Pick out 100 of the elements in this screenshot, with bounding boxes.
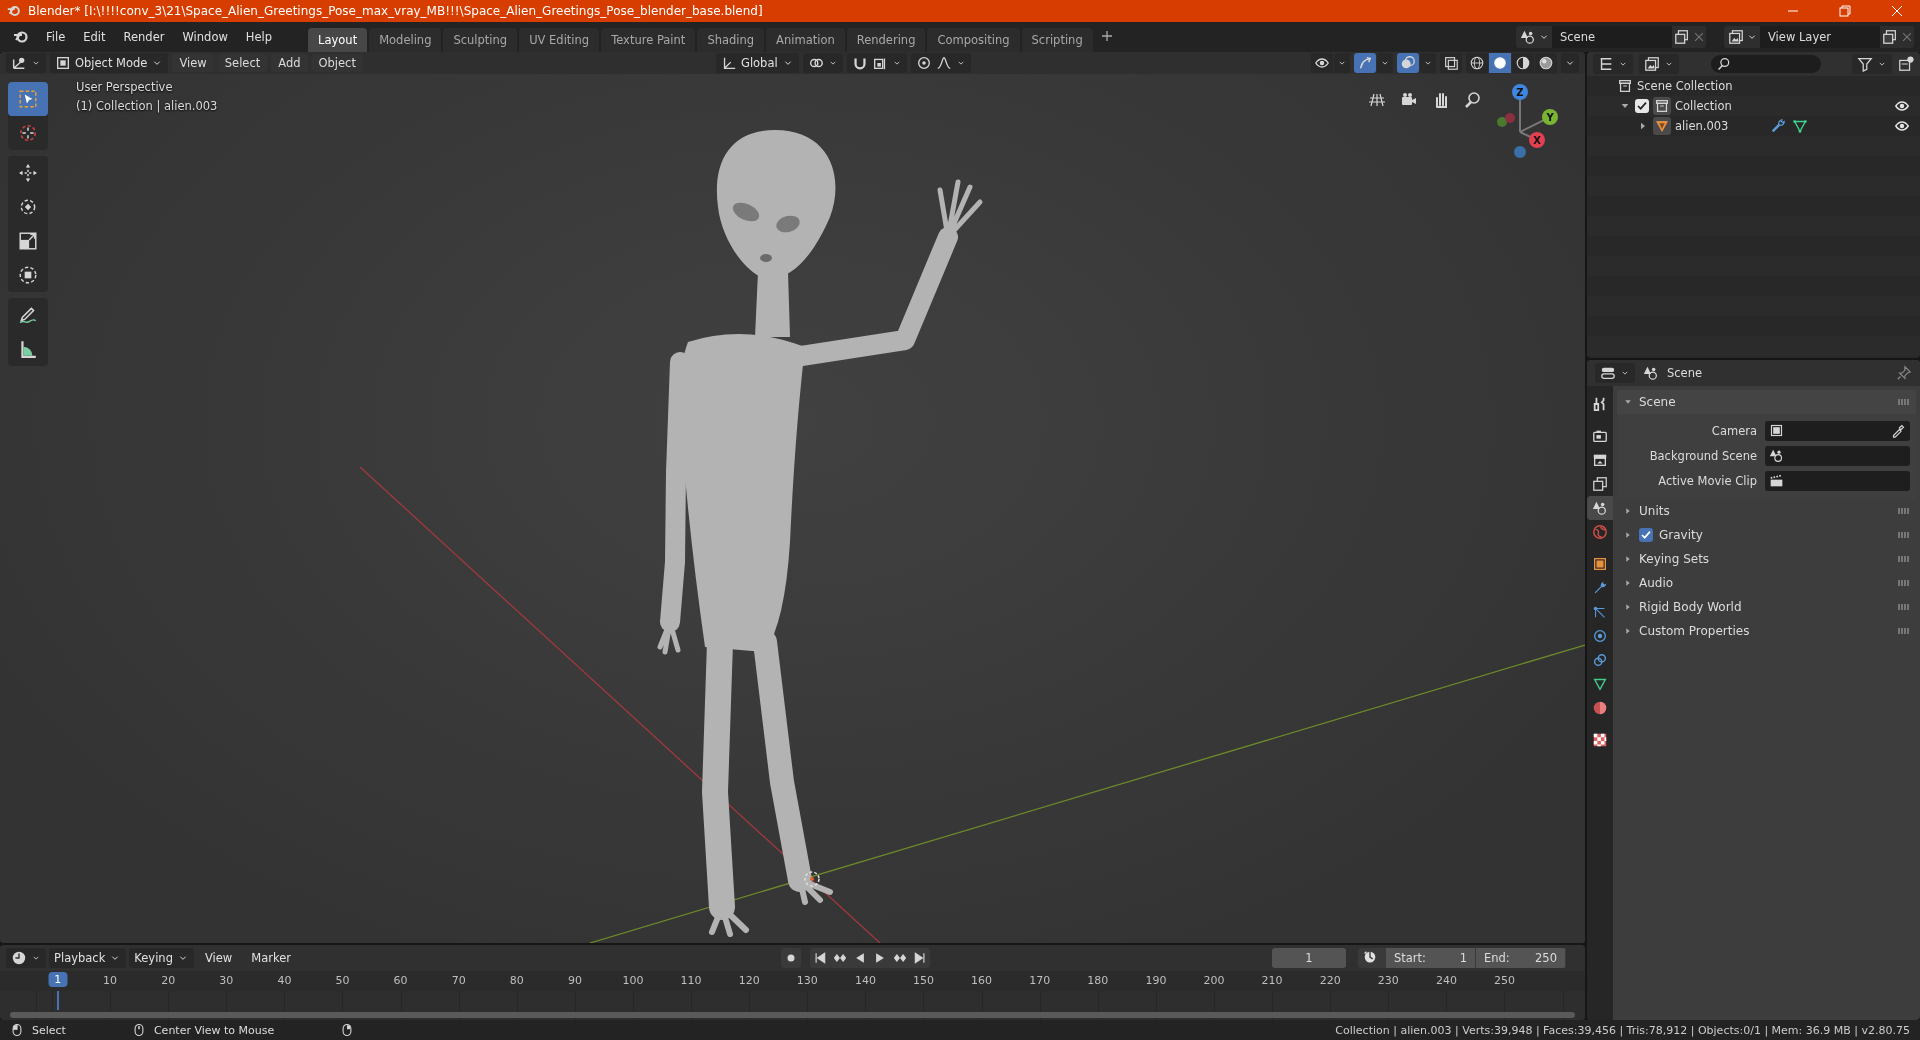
search-field[interactable]	[1711, 55, 1821, 73]
menu-item[interactable]: Render	[115, 27, 173, 47]
subpanel-header[interactable]: Units	[1639, 504, 1670, 518]
overlapping-circles-icon	[1400, 55, 1416, 71]
restore-icon[interactable]	[1839, 5, 1851, 17]
snap-toggle[interactable]	[846, 53, 907, 73]
shading-mode-button[interactable]	[1535, 53, 1557, 73]
outliner-item[interactable]: Scene Collection	[1637, 79, 1733, 93]
workspace-tab[interactable]: Modeling	[369, 28, 442, 52]
duplicate-icon[interactable]	[1674, 29, 1690, 45]
new-collection-icon[interactable]	[1898, 56, 1914, 72]
magnifier-icon[interactable]	[1464, 91, 1482, 109]
display-mode-button[interactable]	[1639, 54, 1679, 74]
scrollbar[interactable]	[10, 1012, 1575, 1018]
mode-dropdown[interactable]: Object Mode	[50, 53, 169, 73]
subpanel-header[interactable]: Custom Properties	[1639, 624, 1750, 638]
workspace-tab[interactable]: Shading	[697, 28, 765, 52]
editor-type-button[interactable]	[1595, 363, 1635, 383]
shading-mode-button[interactable]	[1489, 53, 1511, 73]
eye-icon[interactable]	[1894, 98, 1910, 114]
menu-item[interactable]: Edit	[75, 27, 114, 47]
menu-item[interactable]: File	[38, 27, 74, 47]
pin-icon[interactable]	[1896, 365, 1912, 381]
menu-item[interactable]: Marker	[243, 948, 299, 968]
image-stack-icon[interactable]	[1728, 29, 1744, 45]
axis-handle[interactable]: Z	[1512, 84, 1528, 100]
scene-icon	[1769, 448, 1784, 463]
subpanel-header[interactable]: Keying Sets	[1639, 552, 1710, 566]
view-layer-selector[interactable]: View Layer	[1760, 26, 1880, 48]
gizmos-toggle[interactable]	[1354, 53, 1376, 73]
workspace-tab[interactable]: Layout	[308, 28, 368, 52]
workspace-tab[interactable]: Scripting	[1021, 28, 1093, 52]
grid-icon[interactable]	[1368, 91, 1386, 109]
close-icon[interactable]	[1891, 5, 1903, 17]
scene-field[interactable]	[1765, 445, 1910, 466]
playhead[interactable]: 1	[48, 972, 68, 987]
editor-type-button[interactable]	[6, 53, 46, 73]
frame-number: 200	[1203, 974, 1225, 987]
jump-start-icon[interactable]	[813, 951, 827, 965]
visibility-toggle[interactable]	[1311, 53, 1333, 73]
checkbox[interactable]	[1639, 528, 1653, 542]
menu-item[interactable]: Help	[237, 27, 281, 47]
wrench-icon[interactable]	[1770, 118, 1787, 134]
menu-item[interactable]: View	[196, 948, 241, 968]
solid-sphere-icon	[1492, 55, 1508, 71]
frame-number: 210	[1261, 974, 1283, 987]
jump-end-icon[interactable]	[913, 951, 927, 965]
menu-dropdown[interactable]: Keying	[129, 948, 194, 968]
axes-icon	[11, 55, 27, 71]
end-frame-field[interactable]: End: 250	[1476, 948, 1566, 968]
workspace-tab[interactable]: Sculpting	[443, 28, 518, 52]
duplicate-icon[interactable]	[1882, 29, 1898, 45]
editor-type-button[interactable]	[1593, 54, 1633, 74]
workspace-tab[interactable]: Texture Paint	[601, 28, 696, 52]
menu-item[interactable]: Select	[217, 54, 268, 72]
outliner-item[interactable]: Collection	[1675, 99, 1732, 113]
mesh-triangle-icon	[1654, 118, 1670, 134]
plus-icon[interactable]	[1100, 30, 1113, 42]
scene-selector[interactable]: Scene	[1552, 26, 1672, 48]
current-frame-field[interactable]: 1	[1272, 948, 1346, 968]
subpanel-header[interactable]: Audio	[1639, 576, 1674, 590]
context-label: Scene	[1667, 366, 1703, 380]
proportional-edit-toggle[interactable]	[910, 53, 971, 73]
scene-icon[interactable]	[1520, 29, 1536, 45]
workspace-tab[interactable]: Animation	[766, 28, 845, 52]
properties-tab[interactable]	[1587, 496, 1613, 520]
clip-field[interactable]	[1765, 470, 1910, 491]
start-frame-field[interactable]: Start: 1	[1386, 948, 1476, 968]
orbit-icon	[1592, 628, 1608, 644]
panel-header[interactable]: Scene	[1617, 390, 1916, 414]
properties-editor-icon	[1600, 365, 1616, 381]
scene-statistics: Collection | alien.003 | Verts:39,948 | Faces:39,456 | Tris:78,912 | Objects:0/1 | Mem: 36.9 MB | v2.80.75	[1335, 1023, 1910, 1037]
filter-button[interactable]	[1852, 54, 1892, 74]
editor-type-button[interactable]	[6, 948, 46, 968]
xray-toggle[interactable]	[1440, 53, 1462, 73]
overlays-toggle[interactable]	[1397, 53, 1419, 73]
subpanel-header[interactable]: Rigid Body World	[1639, 600, 1742, 614]
camera-field[interactable]	[1765, 420, 1910, 441]
workspace-tab[interactable]: UV Editing	[519, 28, 600, 52]
shading-mode-button[interactable]	[1466, 53, 1488, 73]
triangle-mesh-icon	[1592, 676, 1608, 692]
workspace-tab[interactable]: Rendering	[846, 28, 926, 52]
pivot-dropdown[interactable]	[802, 53, 843, 73]
subpanel-header[interactable]: Gravity	[1659, 528, 1703, 542]
axis-handle[interactable]: X	[1529, 132, 1545, 148]
workspace-tab[interactable]: Compositing	[927, 28, 1020, 52]
outliner-item[interactable]: alien.003	[1675, 119, 1729, 133]
orientation-dropdown[interactable]: Global	[715, 53, 799, 73]
eye-icon[interactable]	[1894, 118, 1910, 134]
vertex-triangle-icon[interactable]	[1792, 118, 1809, 134]
shading-mode-button[interactable]	[1512, 53, 1534, 73]
checkbox[interactable]	[1635, 99, 1649, 113]
axis-handle[interactable]: Y	[1542, 109, 1558, 125]
menu-item[interactable]: Add	[271, 54, 308, 72]
mouse-left-icon	[10, 1023, 24, 1037]
menu-item[interactable]: Window	[174, 27, 236, 47]
menu-item[interactable]: View	[172, 54, 214, 72]
mouse-middle-icon	[131, 1023, 146, 1037]
menu-item[interactable]: Object	[311, 54, 363, 72]
menu-dropdown[interactable]: Playback	[49, 948, 127, 968]
